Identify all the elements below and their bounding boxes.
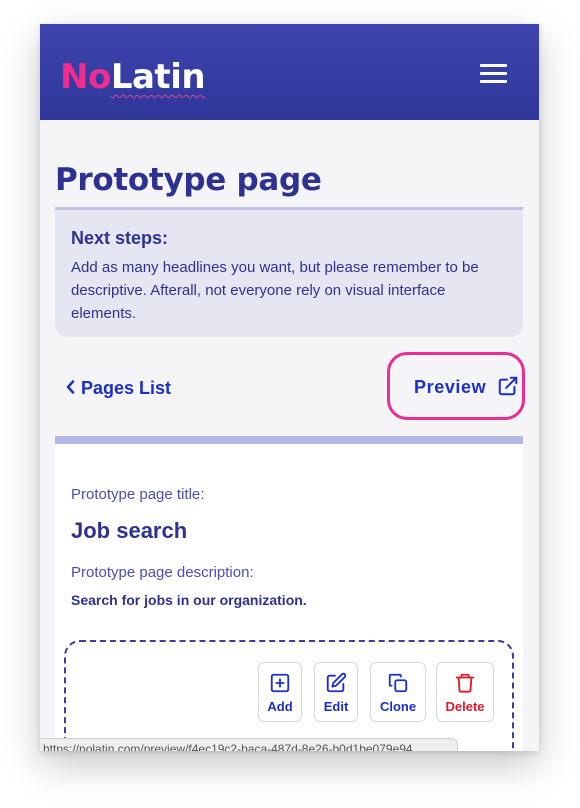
- page-description-label: Prototype page description:: [71, 564, 254, 581]
- edit-icon: [326, 672, 347, 693]
- edit-button[interactable]: Edit: [314, 662, 358, 722]
- pages-list-label: Pages List: [81, 378, 172, 398]
- component-dropzone: Add Edit Clone Delete: [64, 640, 514, 751]
- next-steps-panel: Next steps: Add as many headlines you wa…: [55, 207, 523, 337]
- trash-icon: [455, 673, 475, 693]
- chevron-left-icon: [66, 377, 75, 399]
- preview-label: Preview: [414, 377, 487, 397]
- clone-button[interactable]: Clone: [370, 662, 426, 722]
- edit-label: Edit: [323, 699, 349, 714]
- browser-window: NoLatin Prototype page Next steps: Add a…: [40, 24, 539, 751]
- page-description-value: Search for jobs in our organization.: [71, 592, 307, 608]
- status-bar-url: https://nolatin.com/preview/f4ec19c2-bac…: [40, 738, 458, 751]
- hamburger-menu-icon[interactable]: [480, 64, 508, 84]
- add-label: Add: [267, 699, 293, 714]
- add-button[interactable]: Add: [258, 662, 302, 722]
- page-title-label: Prototype page title:: [71, 486, 205, 503]
- add-icon: [270, 673, 290, 693]
- next-steps-text: Add as many headlines you want, but plea…: [71, 259, 479, 322]
- next-steps-title: Next steps:: [71, 228, 169, 248]
- pages-list-link[interactable]: Pages List: [66, 377, 171, 399]
- prototype-page-card: Prototype page title: Job search Prototy…: [55, 436, 523, 751]
- clone-icon: [388, 673, 408, 693]
- delete-button[interactable]: Delete: [436, 662, 494, 722]
- app-header: NoLatin: [40, 24, 539, 120]
- page-title: Prototype page: [55, 162, 322, 198]
- preview-button[interactable]: Preview: [387, 352, 525, 420]
- clone-label: Clone: [379, 699, 417, 714]
- delete-label: Delete: [445, 699, 485, 714]
- nolatin-logo[interactable]: NoLatin: [60, 57, 206, 97]
- logo-part-latin: Latin: [110, 57, 206, 97]
- logo-part-no: No: [60, 57, 111, 97]
- external-link-icon: [498, 376, 518, 396]
- page-title-value: Job search: [71, 518, 188, 543]
